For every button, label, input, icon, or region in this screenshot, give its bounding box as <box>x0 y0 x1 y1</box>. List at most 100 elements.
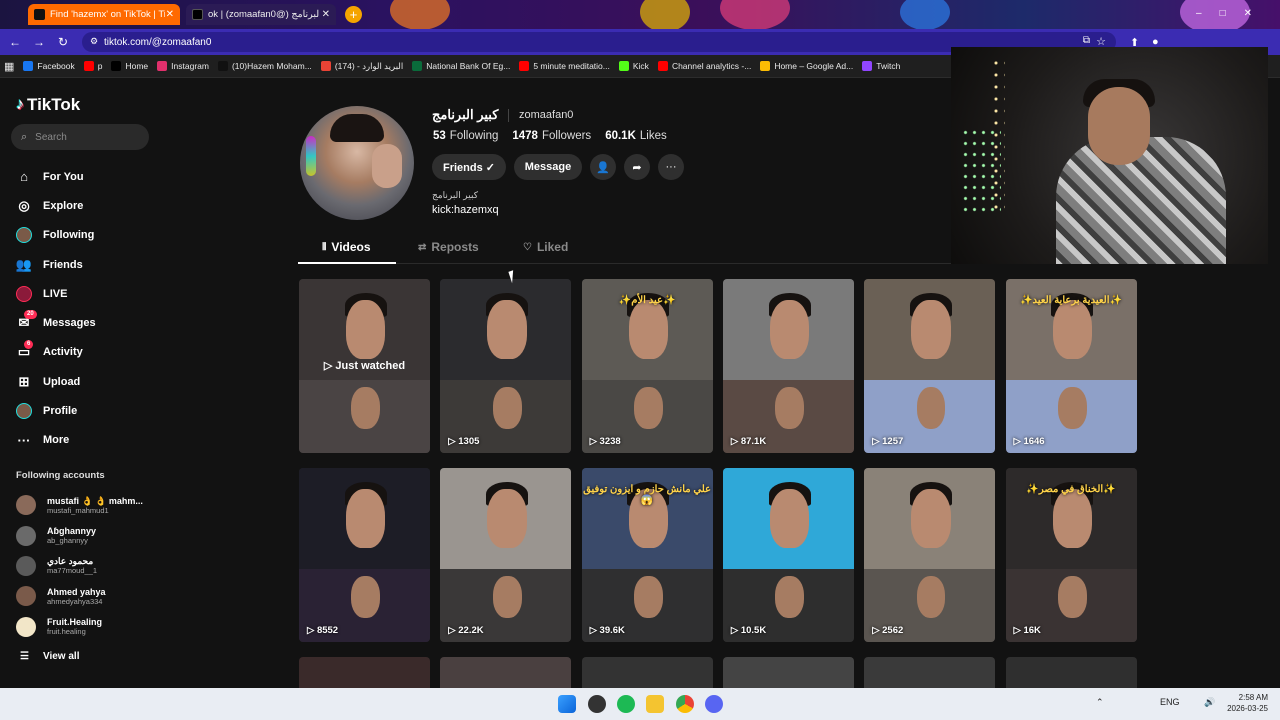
bookmark-favicon-icon <box>83 61 94 71</box>
view-count: ▷ 8552 <box>307 625 339 636</box>
discord-icon[interactable] <box>705 695 723 713</box>
view-count: ▷ 1305 <box>448 436 480 447</box>
bookmark-favicon-icon <box>217 61 228 71</box>
bookmark-item[interactable]: Facebook <box>23 61 75 71</box>
bookmark-favicon-icon <box>111 61 122 71</box>
following-account-item[interactable]: Ahmed yahya ahmedyahya334 <box>16 581 143 611</box>
bookmark-item[interactable]: 5 minute meditatio... <box>519 61 610 71</box>
bookmark-item[interactable]: Home <box>111 61 148 71</box>
tab-liked[interactable]: ♡ Liked <box>523 240 568 254</box>
tab-videos[interactable]: ⦀ Videos <box>322 240 371 254</box>
back-icon[interactable]: ← <box>3 35 27 49</box>
following-account-item[interactable]: mustafi 👌 👌 mahm... mustafi_mahmud1 <box>16 490 143 520</box>
following-account-item[interactable]: Aɓghannyy ab_ghannyy <box>16 520 143 550</box>
sidebar-item-live[interactable]: LIVE <box>16 279 96 308</box>
video-thumbnail[interactable] <box>722 657 854 688</box>
sidebar-item-messages[interactable]: ✉ Messages 20 <box>16 308 96 337</box>
likes-label: Likes <box>639 130 667 142</box>
language-indicator[interactable]: ENG <box>1160 697 1180 707</box>
video-thumbnail[interactable]: ▷ 87.1K <box>722 279 854 453</box>
add-friend-icon[interactable]: 👤 <box>590 154 616 180</box>
sidebar-item-friends[interactable]: 👥 Friends <box>16 250 96 279</box>
more-options-icon[interactable]: ··· <box>658 154 684 180</box>
video-thumbnail[interactable]: ▷ Just watched <box>299 279 430 453</box>
video-thumbnail[interactable]: ✨الخناق في مصر✨ ▷ 16K <box>1005 468 1137 642</box>
video-thumbnail[interactable]: ▷ 10.5K <box>722 468 854 642</box>
chrome-icon[interactable] <box>676 695 694 713</box>
bookmark-label: Home – Google Ad... <box>774 61 854 71</box>
sidebar-item-profile[interactable]: Profile <box>16 396 96 425</box>
video-thumbnail[interactable]: ✨العيدية برعاية العيد✨ ▷ 1646 <box>1005 279 1137 453</box>
followers-stat[interactable]: 1478 Followers <box>512 130 591 142</box>
message-button[interactable]: Message <box>514 154 582 180</box>
sidebar-item-for-you[interactable]: ⌂ For You <box>16 162 96 191</box>
video-thumbnail[interactable] <box>581 657 713 688</box>
video-thumbnail[interactable] <box>299 657 430 688</box>
spotify-icon[interactable] <box>617 695 635 713</box>
view-all-button[interactable]: ☰ View all <box>20 651 79 662</box>
volume-icon[interactable]: 🔊 <box>1204 697 1215 708</box>
tab-reposts[interactable]: ⇄ Reposts <box>418 240 479 254</box>
reload-icon[interactable]: ↻ <box>51 35 75 49</box>
following-account-item[interactable]: محمود عادي ma77moud__1 <box>16 551 143 581</box>
sidebar-nav: ⌂ For You ◎ Explore Following 👥 Friends LIVE ✉ Me… <box>16 162 96 455</box>
tiktok-logo[interactable]: ♪ TikTok <box>16 95 80 115</box>
file-explorer-icon[interactable] <box>646 695 664 713</box>
share-icon[interactable]: ➦ <box>624 154 650 180</box>
sidebar-item-more[interactable]: ··· More <box>16 426 96 455</box>
following-account-item[interactable]: Fruit.Healing fruit.healing <box>16 612 143 642</box>
sidebar-item-following[interactable]: Following <box>16 221 96 250</box>
video-thumbnail[interactable] <box>1005 657 1137 688</box>
install-app-icon[interactable]: ⧉ <box>1083 35 1090 46</box>
bookmark-item[interactable]: Kick <box>618 61 649 71</box>
profile-avatar[interactable] <box>300 106 414 220</box>
video-thumbnail[interactable] <box>864 657 996 688</box>
app-icon[interactable] <box>588 695 606 713</box>
sidebar-item-activity[interactable]: ▭ Activity 6 <box>16 338 96 367</box>
likes-count: 60.1K <box>605 130 636 142</box>
sidebar-item-explore[interactable]: ◎ Explore <box>16 191 96 220</box>
window-controls[interactable]: –□✕ <box>1196 8 1270 19</box>
profile-display-name: كبير البرنامج <box>432 107 499 122</box>
video-thumbnail[interactable]: ▷ 8552 <box>299 468 430 642</box>
video-thumbnail[interactable]: علي مانش حازم و ايزون توفيق 😱 ▷ 39.6K <box>581 468 713 642</box>
sidebar-item-label: LIVE <box>43 287 68 300</box>
system-clock[interactable]: 2:58 AM 2026-03-25 <box>1227 692 1268 714</box>
new-tab-button[interactable]: + <box>345 6 362 23</box>
bookmark-item[interactable]: (10)Hazem Moham... <box>217 61 312 71</box>
site-info-icon[interactable]: ⚙ <box>90 36 98 47</box>
bookmark-item[interactable]: (174) - البريد الوارد <box>320 61 403 72</box>
followers-count: 1478 <box>512 130 538 142</box>
bookmark-item[interactable]: p <box>83 61 102 71</box>
close-tab-icon[interactable]: ✕ <box>322 9 330 20</box>
bookmark-item[interactable]: Channel analytics -... <box>657 61 751 71</box>
video-thumbnail[interactable]: ▷ 1305 <box>440 279 572 453</box>
apps-icon[interactable]: ▦ <box>4 60 14 73</box>
close-tab-icon[interactable]: ✕ <box>166 9 174 20</box>
video-thumbnail[interactable]: ✨عيد الأم✨ ▷ 3238 <box>581 279 713 453</box>
tab-tiktok-search[interactable]: Find 'hazemx' on TikTok | TikTok ✕ <box>28 4 180 25</box>
video-thumbnail[interactable] <box>440 657 572 688</box>
video-thumbnail[interactable]: ▷ 2562 <box>864 468 996 642</box>
bookmark-item[interactable]: National Bank Of Eg... <box>412 61 510 71</box>
tab-tiktok-profile[interactable]: ok | (zomaafan0@) كبير البرنامج ✕ <box>186 4 336 25</box>
forward-icon[interactable]: → <box>27 35 51 49</box>
friends-button[interactable]: Friends ✓ <box>432 154 506 180</box>
bookmark-item[interactable]: Instagram <box>157 61 209 71</box>
tab-videos-label: Videos <box>331 240 371 254</box>
bookmark-item[interactable]: Home – Google Ad... <box>760 61 853 71</box>
video-thumbnail[interactable]: ▷ 22.2K <box>440 468 572 642</box>
sidebar-item-upload[interactable]: ⊞ Upload <box>16 367 96 396</box>
sidebar-item-label: Upload <box>43 375 81 388</box>
logo-text: TikTok <box>27 95 81 114</box>
video-thumbnail[interactable]: ▷ 1257 <box>864 279 996 453</box>
start-windows-icon[interactable] <box>558 695 576 713</box>
search-input[interactable]: ⌕ Search <box>11 124 149 150</box>
tray-chevron-icon[interactable]: ⌃ <box>1096 697 1104 708</box>
following-stat[interactable]: 53 Following <box>433 130 498 142</box>
bookmark-item[interactable]: Twitch <box>862 61 900 71</box>
view-count: ▷ 87.1K <box>730 436 767 447</box>
bookmark-favicon-icon <box>657 61 668 71</box>
notification-badge: 20 <box>24 310 37 320</box>
avatar <box>16 495 36 516</box>
